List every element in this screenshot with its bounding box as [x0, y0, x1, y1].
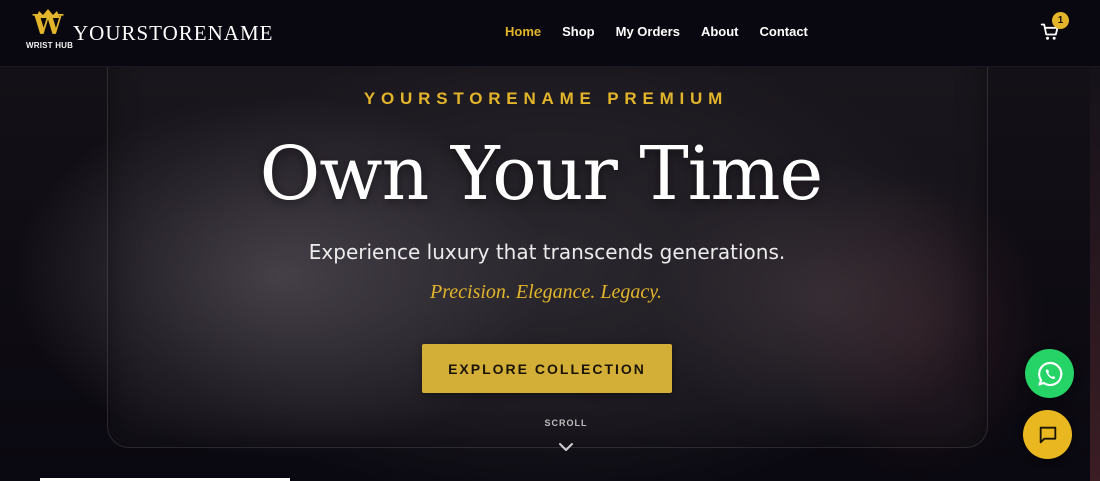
- hero-tagline: Precision. Elegance. Legacy.: [430, 281, 662, 303]
- nav-home[interactable]: Home: [505, 24, 541, 39]
- store-name[interactable]: YOURSTORENAME: [73, 21, 273, 46]
- nav-shop[interactable]: Shop: [562, 24, 595, 39]
- store-logo[interactable]: W WRIST HUB: [26, 9, 74, 54]
- scroll-label: SCROLL: [544, 418, 588, 428]
- explore-collection-button[interactable]: EXPLORE COLLECTION: [422, 344, 672, 393]
- chat-icon: [1039, 426, 1056, 443]
- nav-contact[interactable]: Contact: [759, 24, 807, 39]
- whatsapp-button[interactable]: [1025, 349, 1074, 398]
- hero-title: Own Your Time: [259, 131, 824, 217]
- main-nav: Home Shop My Orders About Contact: [505, 24, 808, 39]
- nav-about[interactable]: About: [701, 24, 739, 39]
- nav-my-orders[interactable]: My Orders: [616, 24, 680, 39]
- logo-caption: WRIST HUB: [26, 41, 74, 50]
- hero-subtitle: Experience luxury that transcends genera…: [308, 240, 786, 264]
- chevron-down-icon[interactable]: [558, 442, 574, 452]
- chat-button[interactable]: [1023, 410, 1072, 459]
- hero-eyebrow: YOURSTORENAME PREMIUM: [363, 89, 729, 108]
- cart-count-badge: 1: [1052, 12, 1069, 29]
- navbar: W WRIST HUB YOURSTORENAME Home Shop My O…: [0, 0, 1100, 67]
- logo-letter: W: [32, 10, 64, 41]
- whatsapp-icon: [1037, 361, 1062, 386]
